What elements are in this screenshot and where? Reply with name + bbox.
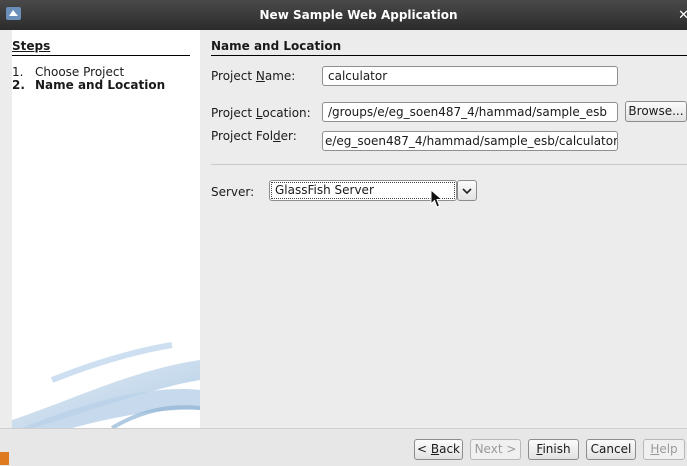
steps-list: 1. Choose Project 2. Name and Location bbox=[12, 66, 165, 92]
project-folder-input: e/eg_soen487_4/hammad/sample_esb/calcula… bbox=[322, 131, 618, 151]
steps-divider bbox=[12, 55, 190, 56]
server-dropdown-button[interactable] bbox=[457, 180, 477, 201]
section-title: Name and Location bbox=[211, 39, 342, 53]
server-label: Server: bbox=[211, 185, 255, 199]
project-location-input[interactable]: /groups/e/eg_soen487_4/hammad/sample_esb bbox=[322, 102, 618, 122]
project-name-input[interactable]: calculator bbox=[322, 66, 618, 86]
server-select[interactable]: GlassFish Server bbox=[269, 180, 477, 201]
steps-panel: Steps 1. Choose Project 2. Name and Locati… bbox=[12, 30, 200, 428]
browse-button[interactable]: Browse... bbox=[625, 101, 687, 122]
step-item-current: 2. Name and Location bbox=[12, 79, 165, 92]
help-button[interactable]: Help bbox=[643, 439, 685, 460]
window-title: New Sample Web Application bbox=[259, 8, 458, 22]
step-label: Name and Location bbox=[35, 78, 166, 92]
content-panel: Name and Location Project Name: calculat… bbox=[200, 30, 687, 428]
mouse-cursor-icon bbox=[430, 189, 444, 208]
section-divider bbox=[211, 55, 687, 56]
server-selected-value: GlassFish Server bbox=[271, 182, 455, 199]
cancel-button[interactable]: Cancel bbox=[586, 439, 636, 460]
taskbar-fragment bbox=[0, 452, 9, 465]
project-name-label: Project Name: bbox=[211, 69, 296, 83]
button-bar: < Back Next > Finish Cancel Help bbox=[0, 428, 687, 466]
project-location-label: Project Location: bbox=[211, 106, 311, 120]
steps-title: Steps bbox=[12, 39, 51, 53]
back-button[interactable]: < Back bbox=[414, 439, 463, 460]
wizard-decoration-graphic bbox=[12, 342, 200, 428]
step-number: 2. bbox=[12, 78, 25, 92]
project-folder-label: Project Folder: bbox=[211, 129, 297, 143]
finish-button[interactable]: Finish bbox=[528, 439, 579, 460]
close-icon[interactable]: ✕ bbox=[678, 8, 687, 23]
chevron-down-icon bbox=[462, 188, 472, 195]
title-bar: New Sample Web Application ✕ bbox=[0, 0, 687, 30]
separator bbox=[211, 164, 687, 165]
step-label: Choose Project bbox=[35, 65, 125, 79]
next-button[interactable]: Next > bbox=[470, 439, 521, 460]
